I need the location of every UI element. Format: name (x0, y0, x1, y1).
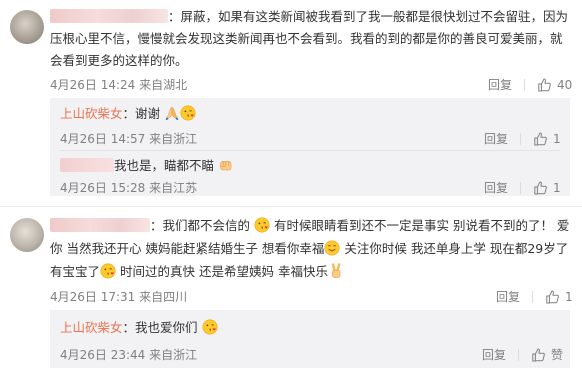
divider (532, 290, 534, 303)
reply-body: 上山砍柴女：谢谢 (60, 104, 196, 124)
thumbs-up-icon (533, 180, 549, 196)
reply-meta: 4月26日 14:57 来自浙江 (60, 132, 198, 146)
reply-body: 我也是，瞄都不瞄 (60, 156, 234, 176)
thumbs-up-icon (533, 131, 549, 147)
reply-username[interactable]: 上山砍柴女 (60, 320, 123, 335)
comment-actions: 回复 1 (496, 288, 573, 305)
pray-emoji (164, 105, 180, 121)
comment-meta: 4月26日 17:31 来自四川 (50, 290, 188, 304)
comment-body: ：屏蔽，如果有这类新闻被我看到了我一般都是很快划过不会留驻，因为压根心里不信，慢… (50, 6, 570, 72)
divider (520, 132, 522, 145)
reply-text: 我也是，瞄都不瞄 (114, 158, 215, 173)
reply-meta: 4月26日 23:44 来自浙江 (60, 348, 198, 362)
comment-1: ：屏蔽，如果有这类新闻被我看到了我一般都是很快划过不会留驻，因为压根心里不信，慢… (0, 0, 582, 196)
like-count: 1 (553, 131, 561, 146)
thumbs-up-icon (537, 77, 553, 93)
comment-text: 时间过的真快 还是希望姨妈 幸福快乐 (120, 264, 328, 279)
victory-hand-emoji (328, 263, 344, 279)
reply-body: 上山砍柴女：我也爱你们 (60, 318, 218, 338)
tongue-emoji (324, 240, 340, 256)
thumbs-up-icon (545, 289, 561, 305)
redacted-username[interactable] (60, 158, 114, 172)
like-button[interactable]: 赞 (531, 346, 563, 363)
reply-button[interactable]: 回复 (482, 346, 506, 363)
reply-text: ：谢谢 (122, 106, 161, 121)
divider (520, 181, 522, 194)
comment-body: ：我们都不会信的 有时候眼睛看到还不一定是事实 别说看不到的了！ 爱你 当然我还… (50, 214, 570, 283)
divider (518, 348, 520, 361)
reply-box: 上山砍柴女：谢谢 4月26日 14:57 来自浙江 回复 1 我也是，瞄都不瞄 … (50, 98, 570, 196)
reply-item: 上山砍柴女：我也爱你们 4月26日 23:44 来自浙江 回复 赞 (50, 310, 570, 368)
thumbs-up-icon (531, 347, 547, 363)
reply-box: 上山砍柴女：我也爱你们 4月26日 23:44 来自浙江 回复 赞 (50, 310, 570, 368)
reply-actions: 回复 赞 (482, 346, 563, 363)
like-count: 1 (565, 289, 573, 304)
like-button[interactable]: 1 (533, 131, 561, 147)
comment-divider (0, 206, 582, 207)
avatar[interactable] (10, 218, 44, 252)
redacted-username[interactable] (50, 9, 168, 23)
reply-button[interactable]: 回复 (484, 179, 508, 196)
like-button[interactable]: 1 (545, 289, 573, 305)
reply-item: 上山砍柴女：谢谢 4月26日 14:57 来自浙江 回复 1 (50, 98, 570, 150)
reply-button[interactable]: 回复 (488, 76, 512, 93)
reply-actions: 回复 1 (484, 130, 561, 147)
reply-meta: 4月26日 15:28 来自江苏 (60, 181, 198, 195)
reply-username[interactable]: 上山砍柴女 (60, 106, 123, 121)
reply-button[interactable]: 回复 (496, 288, 520, 305)
like-button[interactable]: 1 (533, 180, 561, 196)
like-button[interactable]: 40 (537, 77, 572, 93)
kiss-emoji (254, 217, 270, 233)
kiss-emoji (202, 319, 218, 335)
kiss-emoji (180, 105, 196, 121)
like-label: 赞 (551, 348, 564, 362)
reply-item: 我也是，瞄都不瞄 4月26日 15:28 来自江苏 回复 1 (50, 151, 570, 196)
avatar[interactable] (10, 10, 44, 44)
kiss-emoji (100, 263, 116, 279)
comment-actions: 回复 40 (488, 76, 572, 93)
reply-text: ：我也爱你们 (122, 320, 198, 335)
comment-text: ：我们都不会信的 (150, 218, 251, 233)
reply-actions: 回复 1 (484, 179, 561, 196)
like-count: 40 (557, 77, 573, 92)
comment-2: ：我们都不会信的 有时候眼睛看到还不一定是事实 别说看不到的了！ 爱你 当然我还… (0, 210, 582, 373)
divider (524, 78, 526, 91)
like-count: 1 (553, 180, 561, 195)
comment-meta: 4月26日 14:24 来自湖北 (50, 78, 188, 92)
reply-button[interactable]: 回复 (484, 130, 508, 147)
fist-emoji (218, 157, 234, 173)
redacted-username[interactable] (50, 218, 150, 232)
